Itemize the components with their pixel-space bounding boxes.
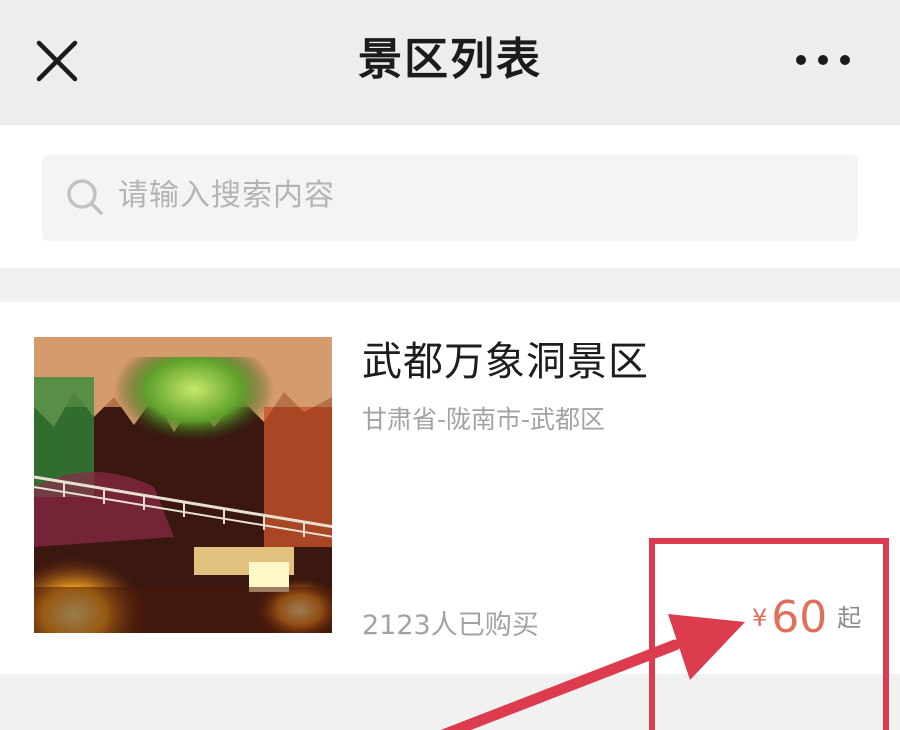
annotation-arrow bbox=[440, 614, 745, 730]
